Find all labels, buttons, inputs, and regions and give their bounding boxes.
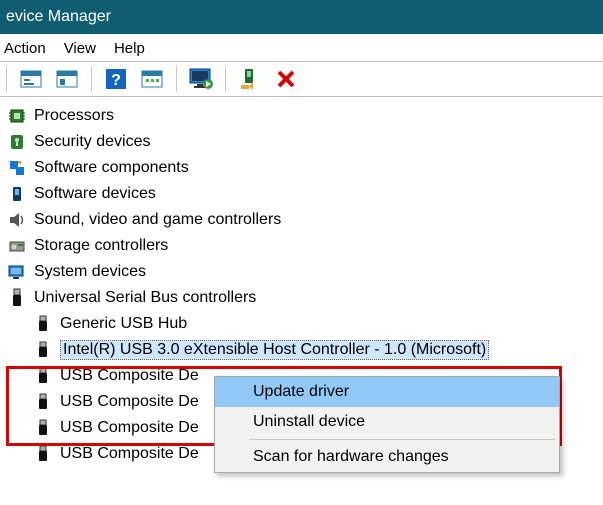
tool-properties-icon [20, 69, 42, 89]
category-label: Universal Serial Bus controllers [34, 289, 256, 307]
tool-grid-icon [141, 69, 163, 89]
system-icon [6, 263, 28, 281]
menu-view[interactable]: View [64, 40, 96, 57]
usb-plug-icon [32, 341, 54, 359]
context-item-label: Update driver [253, 383, 349, 401]
context-scan-hardware[interactable]: Scan for hardware changes [215, 442, 559, 472]
category-system-devices[interactable]: System devices [6, 259, 603, 285]
toolbar: ? [0, 62, 603, 97]
sound-icon [6, 211, 28, 229]
tool-help-icon: ? [105, 68, 127, 90]
software-dev-icon [6, 185, 28, 203]
tool-pane-button[interactable] [53, 66, 81, 92]
context-item-label: Uninstall device [253, 413, 365, 431]
category-sound-controllers[interactable]: Sound, video and game controllers [6, 207, 603, 233]
menubar: Action View Help [0, 34, 603, 62]
category-label: Processors [34, 107, 114, 125]
storage-icon [6, 237, 28, 255]
category-software-devices[interactable]: Software devices [6, 181, 603, 207]
context-update-driver[interactable]: Update driver [215, 377, 559, 407]
toolbar-separator [176, 66, 177, 92]
device-label: USB Composite De [60, 445, 199, 463]
toolbar-separator [6, 66, 7, 92]
category-storage-controllers[interactable]: Storage controllers [6, 233, 603, 259]
usb-plug-icon [32, 367, 54, 385]
processor-icon [6, 107, 28, 125]
tool-help-button[interactable]: ? [102, 66, 130, 92]
menu-help[interactable]: Help [114, 40, 145, 57]
category-label: System devices [34, 263, 146, 281]
category-label: Security devices [34, 133, 151, 151]
category-label: Software components [34, 159, 189, 177]
tool-grid-button[interactable] [138, 66, 166, 92]
context-uninstall-device[interactable]: Uninstall device [215, 407, 559, 437]
device-intel-usb3-controller[interactable]: Intel(R) USB 3.0 eXtensible Host Control… [32, 337, 603, 363]
menu-action[interactable]: Action [4, 40, 46, 57]
tool-scan-button[interactable] [236, 66, 264, 92]
usb-icon [6, 288, 28, 308]
titlebar: evice Manager [0, 0, 603, 34]
context-menu: Update driver Uninstall device Scan for … [214, 376, 560, 473]
toolbar-separator [225, 66, 226, 92]
category-software-components[interactable]: Software components [6, 155, 603, 181]
category-label: Storage controllers [34, 237, 168, 255]
svg-text:?: ? [111, 72, 121, 89]
toolbar-separator [91, 66, 92, 92]
tool-properties-button[interactable] [17, 66, 45, 92]
device-label: Generic USB Hub [60, 315, 187, 333]
tool-pane-icon [56, 69, 78, 89]
security-icon [6, 133, 28, 151]
category-label: Software devices [34, 185, 156, 203]
tool-delete-button[interactable] [272, 66, 300, 92]
context-item-label: Scan for hardware changes [253, 448, 449, 466]
category-security-devices[interactable]: Security devices [6, 129, 603, 155]
tool-monitor-button[interactable] [187, 66, 215, 92]
usb-plug-icon [32, 393, 54, 411]
tool-scan-icon [239, 68, 261, 90]
usb-plug-icon [32, 315, 54, 333]
context-separator [249, 439, 555, 440]
device-label: Intel(R) USB 3.0 eXtensible Host Control… [60, 340, 489, 360]
tool-monitor-icon [189, 68, 213, 90]
device-label: USB Composite De [60, 393, 199, 411]
category-usb-controllers[interactable]: Universal Serial Bus controllers [6, 285, 603, 311]
category-processors[interactable]: Processors [6, 103, 603, 129]
device-generic-usb-hub[interactable]: Generic USB Hub [32, 311, 603, 337]
tool-delete-icon [276, 69, 296, 89]
window-title: evice Manager [6, 8, 111, 26]
device-label: USB Composite De [60, 367, 199, 385]
usb-plug-icon [32, 445, 54, 463]
software-comp-icon [6, 159, 28, 177]
category-label: Sound, video and game controllers [34, 211, 281, 229]
device-label: USB Composite De [60, 419, 199, 437]
usb-plug-icon [32, 419, 54, 437]
